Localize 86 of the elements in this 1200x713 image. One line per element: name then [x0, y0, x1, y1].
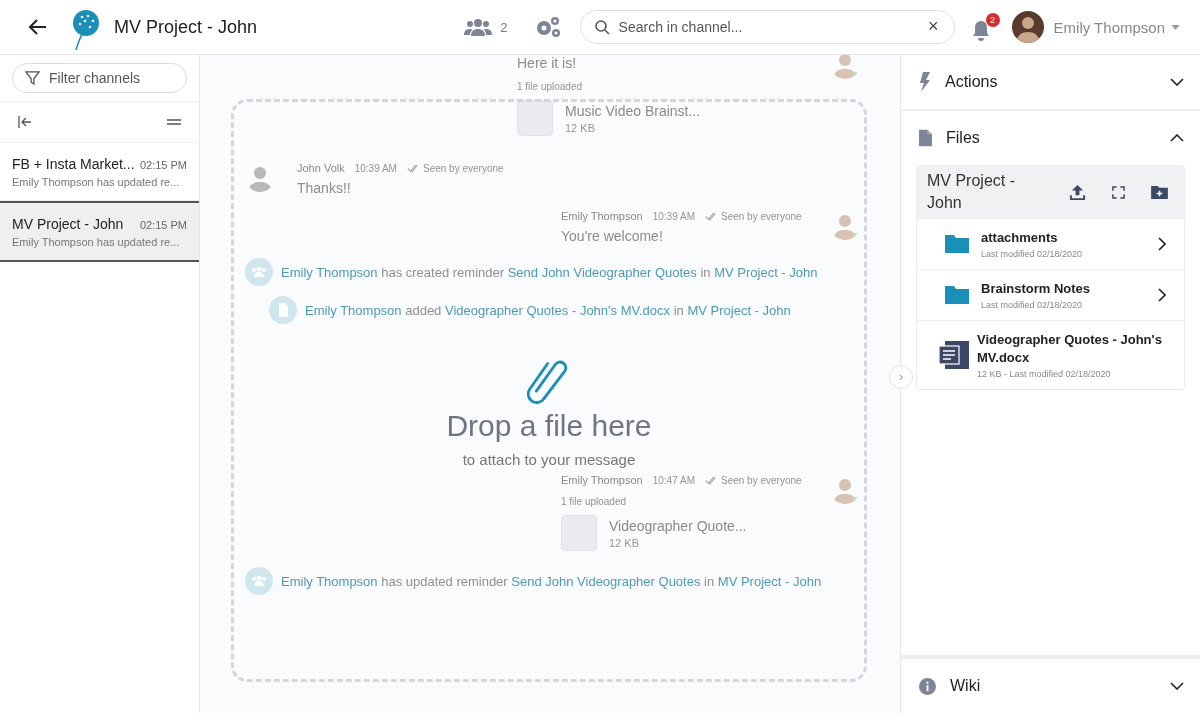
double-check-icon — [705, 211, 717, 221]
file-size: 12 KB — [565, 121, 596, 134]
lightning-icon — [919, 72, 931, 92]
file-card[interactable]: Videographer Quote... 12 KB — [561, 513, 816, 553]
activity-link[interactable]: MV Project - John — [717, 573, 822, 589]
channel-item[interactable]: MV Project - John 02:15 PM Emily Thompson has updated re... — [0, 201, 199, 262]
notification-count-badge: 2 — [985, 12, 1000, 27]
seen-status: Seen by everyone — [721, 210, 802, 222]
author-name: Emily Thompson — [561, 210, 643, 222]
panel-toggle-button[interactable] — [889, 365, 913, 389]
group-icon — [245, 567, 273, 595]
section-header[interactable]: Files — [901, 111, 1200, 165]
author-name: John Volk — [297, 162, 345, 174]
file-meta: Last modified 02/18/2020 — [981, 249, 1084, 259]
caret-icon — [1171, 24, 1180, 30]
dandelion-logo-icon — [70, 9, 100, 51]
file-meta: Last modified 02/18/2020 — [981, 300, 1084, 310]
folder-title: MV Project - John — [927, 171, 1016, 213]
author-name: Emily Thompson — [561, 474, 643, 486]
activity-link[interactable]: Send John Videographer Quotes — [511, 573, 701, 589]
activity-link[interactable]: Emily Thompson — [305, 302, 402, 318]
collapse-sidebar-icon[interactable] — [18, 116, 32, 128]
file-card[interactable]: Music Video Brainst... 12 KB — [517, 98, 772, 138]
folder-icon — [945, 235, 969, 253]
double-check-icon — [406, 163, 419, 173]
activity-link[interactable]: Send John Videographer Quotes — [507, 264, 697, 280]
channel-title: MV Project - John — [114, 16, 258, 38]
message-time: 10:39 AM — [354, 162, 397, 174]
filter-icon — [25, 71, 40, 86]
chevron-up-icon — [1170, 134, 1184, 142]
search-icon — [593, 19, 610, 35]
chevron-right-icon[interactable] — [1158, 288, 1166, 302]
people-icon — [464, 18, 493, 36]
notifications-button[interactable]: 2 — [970, 12, 1000, 42]
activity-link[interactable]: Videographer Quotes - John's MV.docx — [445, 302, 671, 318]
new-folder-icon[interactable] — [1151, 185, 1168, 199]
folder-icon — [945, 286, 969, 304]
upload-icon[interactable] — [1069, 183, 1086, 201]
section-header[interactable]: Wiki — [901, 659, 1200, 713]
chevron-down-icon — [1170, 78, 1184, 86]
info-icon — [919, 677, 936, 695]
document-icon — [919, 129, 932, 147]
section-header[interactable]: Actions — [901, 55, 1200, 109]
file-name[interactable]: Videographer Quotes - John's MV.docx — [977, 331, 1166, 367]
group-icon — [245, 258, 273, 286]
activity-message: Emily Thompson has created reminder Send John Videographer Quotes in MV Project - John — [281, 264, 818, 280]
bell-icon — [970, 19, 991, 42]
message-text: Here it is! — [517, 55, 578, 71]
file-meta: 12 KB - Last modified 02/18/2020 — [977, 369, 1112, 379]
filter-field[interactable]: Filter channels — [12, 63, 187, 93]
chevron-down-icon — [1170, 682, 1184, 690]
message-time: 10:47 AM — [652, 474, 695, 486]
file-size: 12 KB — [609, 536, 640, 549]
menu-icon[interactable] — [167, 118, 181, 126]
activity-link[interactable]: MV Project - John — [687, 302, 791, 318]
activity-link[interactable]: Emily Thompson — [281, 573, 378, 589]
file-thumbnail — [517, 100, 553, 136]
activity-link[interactable]: Emily Thompson — [281, 264, 378, 280]
activity-message: Emily Thompson has updated reminder Send John Videographer Quotes in MV Project - John — [281, 573, 822, 589]
clear-search-button[interactable]: × — [928, 16, 939, 37]
user-menu-button[interactable]: Emily Thompson — [1053, 18, 1180, 36]
message-time: 10:39 AM — [652, 210, 695, 222]
members-button[interactable]: 2 — [464, 18, 508, 36]
chevron-right-icon[interactable] — [1158, 237, 1166, 251]
upload-label: 1 file uploaded — [561, 496, 628, 507]
double-check-icon — [705, 475, 717, 485]
file-thumbnail — [561, 515, 597, 551]
user-avatar[interactable] — [1011, 11, 1044, 43]
file-name: Videographer Quote... — [609, 517, 747, 534]
message-text: You're welcome! — [561, 228, 664, 244]
back-arrow-icon[interactable] — [28, 17, 48, 37]
activity-link[interactable]: MV Project - John — [714, 264, 818, 280]
file-icon — [269, 296, 297, 324]
message-text: Thanks!! — [297, 180, 352, 196]
file-name[interactable]: attachments — [981, 229, 1146, 247]
activity-message: Emily Thompson added Videographer Quotes - John's MV.docx in MV Project - John — [305, 302, 791, 318]
upload-label: 1 file uploaded — [517, 81, 584, 92]
drop-subtitle: to attach to your message — [462, 451, 636, 468]
file-name: Music Video Brainst... — [565, 102, 701, 119]
seen-status: Seen by everyone — [422, 162, 504, 174]
document-icon — [939, 341, 969, 369]
seen-status: Seen by everyone — [721, 474, 802, 486]
fullscreen-icon[interactable] — [1112, 185, 1125, 199]
file-name[interactable]: Brainstorm Notes — [981, 280, 1146, 298]
drop-title: Drop a file here — [446, 409, 652, 443]
chevron-right-icon — [898, 373, 904, 381]
